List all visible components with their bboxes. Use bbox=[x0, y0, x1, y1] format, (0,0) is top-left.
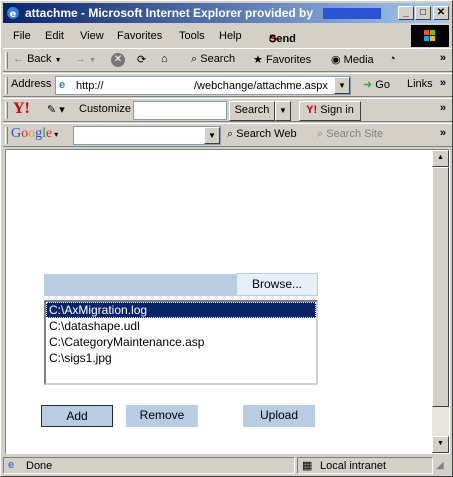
stop-button[interactable]: ✕ bbox=[111, 53, 125, 67]
history-icon: ◔ bbox=[389, 53, 396, 65]
close-button[interactable]: ✕ bbox=[433, 6, 449, 20]
status-pane-zone: ▦ Local intranet bbox=[297, 457, 433, 474]
home-button[interactable]: ⌂ bbox=[161, 53, 168, 65]
standard-toolbar: ← Back ▼ → ▼ ✕ ⟳ ⌂ ⌕ Search ★ Favorites … bbox=[3, 48, 452, 72]
back-button[interactable]: ← Back ▼ bbox=[13, 53, 62, 65]
customize-label[interactable]: Customize bbox=[79, 103, 131, 115]
list-item[interactable]: C:\CategoryMaintenance.asp bbox=[46, 334, 316, 350]
yahoo-search-input[interactable] bbox=[133, 101, 227, 120]
intranet-zone-icon: ▦ bbox=[302, 460, 313, 472]
scroll-up-icon[interactable]: ▲ bbox=[432, 150, 449, 167]
page-icon: e bbox=[59, 79, 66, 91]
scroll-thumb[interactable] bbox=[432, 167, 449, 407]
go-arrow-icon: ➜ bbox=[363, 79, 373, 91]
page-content: Browse... C:\AxMigration.log C:\datashap… bbox=[5, 149, 450, 454]
page-done-icon: e bbox=[8, 459, 15, 471]
address-dropdown-icon[interactable]: ▼ bbox=[334, 77, 350, 94]
yahoo-small-icon: Y! bbox=[306, 104, 318, 116]
scroll-down-icon[interactable]: ▼ bbox=[432, 436, 449, 453]
google-overflow-chevron[interactable]: » bbox=[440, 127, 446, 139]
menu-help[interactable]: Help bbox=[219, 30, 242, 42]
toolbar-grip[interactable] bbox=[5, 52, 8, 69]
maximize-button[interactable]: □ bbox=[415, 6, 431, 20]
remove-button[interactable]: Remove bbox=[126, 405, 198, 427]
search-icon: ⌕ bbox=[191, 53, 198, 65]
menu-favorites[interactable]: Favorites bbox=[117, 30, 162, 42]
links-overflow-chevron[interactable]: » bbox=[440, 77, 446, 89]
pencil-icon[interactable]: ✎ ▾ bbox=[47, 103, 65, 116]
favorites-star-icon: ★ bbox=[253, 54, 263, 66]
favorites-button[interactable]: ★ Favorites bbox=[253, 53, 311, 66]
list-item[interactable]: C:\datashape.udl bbox=[46, 318, 316, 334]
home-icon: ⌂ bbox=[161, 53, 168, 65]
minimize-button[interactable]: _ bbox=[398, 6, 414, 20]
google-search-input[interactable]: ▼ bbox=[73, 126, 221, 145]
browser-window: e attachme - Microsoft Internet Explorer… bbox=[0, 0, 453, 477]
media-button[interactable]: ◉ Media bbox=[331, 53, 374, 66]
refresh-button[interactable]: ⟳ bbox=[137, 53, 146, 66]
google-logo-icon[interactable]: Google ▾ bbox=[11, 126, 58, 142]
address-input[interactable]: e http:// /webchange/attachme.aspx ▼ bbox=[55, 76, 351, 95]
yahoo-logo-icon[interactable]: Y! bbox=[13, 100, 30, 118]
address-url-path: /webchange/attachme.aspx bbox=[194, 80, 328, 92]
list-item[interactable]: C:\AxMigration.log bbox=[46, 302, 316, 318]
search-site-button[interactable]: ⌕ Search Site bbox=[317, 128, 383, 141]
media-icon: ◉ bbox=[331, 54, 341, 66]
google-search-dropdown-icon[interactable]: ▼ bbox=[204, 127, 220, 144]
redacted-provider bbox=[323, 8, 381, 19]
search-button[interactable]: ⌕ Search bbox=[191, 53, 235, 66]
links-label[interactable]: Links bbox=[407, 78, 433, 90]
status-text: Done bbox=[26, 460, 53, 472]
add-button[interactable]: Add bbox=[41, 405, 113, 427]
forward-button[interactable]: → ▼ bbox=[75, 53, 96, 65]
chevron-down-icon: ▼ bbox=[89, 57, 96, 64]
search-site-icon: ⌕ bbox=[317, 128, 324, 140]
vertical-scrollbar[interactable]: ▲ ▼ bbox=[432, 150, 449, 453]
status-pane-main: e Done bbox=[3, 457, 295, 474]
toolbar-overflow-chevron[interactable]: » bbox=[440, 52, 446, 64]
yahoo-search-dropdown-icon[interactable]: ▼ bbox=[275, 101, 291, 121]
menu-edit[interactable]: Edit bbox=[45, 30, 64, 42]
status-bar: e Done ▦ Local intranet ◢ bbox=[3, 456, 450, 475]
yahoo-search-button[interactable]: Search bbox=[229, 101, 275, 121]
yahoo-signin-button[interactable]: Y! Sign in bbox=[299, 101, 361, 121]
window-title: attachme - Microsoft Internet Explorer p… bbox=[25, 6, 314, 20]
toolbar-grip[interactable] bbox=[5, 102, 8, 119]
chevron-down-icon: ▼ bbox=[54, 57, 62, 64]
menu-file[interactable]: File bbox=[13, 30, 31, 42]
windows-logo-icon bbox=[411, 25, 449, 47]
menu-tools[interactable]: Tools bbox=[179, 30, 205, 42]
internet-explorer-icon: e bbox=[7, 7, 19, 20]
svg-text:e: e bbox=[10, 9, 17, 20]
menu-bar: File Edit View Favorites Tools Help ⟳ Sen… bbox=[13, 30, 296, 46]
toolbar-grip[interactable] bbox=[5, 127, 8, 144]
search-web-button[interactable]: ⌕ Search Web bbox=[227, 128, 297, 141]
address-bar: Address e http:// /webchange/attachme.as… bbox=[3, 73, 452, 97]
forward-arrow-icon: → bbox=[75, 53, 86, 65]
toolbar-grip[interactable] bbox=[5, 77, 8, 94]
title-bar[interactable]: e attachme - Microsoft Internet Explorer… bbox=[3, 3, 450, 23]
google-toolbar: Google ▾ ▼ ⌕ Search Web ⌕ Search Site » bbox=[3, 123, 452, 147]
upload-button[interactable]: Upload bbox=[243, 405, 315, 427]
list-item[interactable]: C:\sigs1.jpg bbox=[46, 350, 316, 366]
back-arrow-icon: ← bbox=[13, 53, 24, 65]
search-web-icon: ⌕ bbox=[227, 128, 234, 140]
go-button[interactable]: ➜ Go bbox=[363, 78, 390, 91]
file-path-input[interactable] bbox=[44, 274, 236, 296]
zone-text: Local intranet bbox=[320, 460, 387, 472]
stop-icon: ✕ bbox=[111, 53, 125, 67]
browse-button[interactable]: Browse... bbox=[236, 273, 318, 296]
history-button[interactable]: ◔ bbox=[389, 53, 396, 65]
yahoo-toolbar: Y! ✎ ▾ Customize Search ▼ Y! Sign in » bbox=[3, 98, 452, 122]
menu-view[interactable]: View bbox=[80, 30, 104, 42]
yahoo-overflow-chevron[interactable]: » bbox=[440, 102, 446, 114]
address-url-prefix: http:// bbox=[76, 80, 104, 92]
refresh-icon: ⟳ bbox=[137, 54, 147, 66]
attached-files-listbox[interactable]: C:\AxMigration.log C:\datashape.udl C:\C… bbox=[44, 300, 318, 385]
address-label: Address bbox=[11, 78, 52, 90]
resize-grip-icon[interactable]: ◢ bbox=[436, 460, 450, 474]
